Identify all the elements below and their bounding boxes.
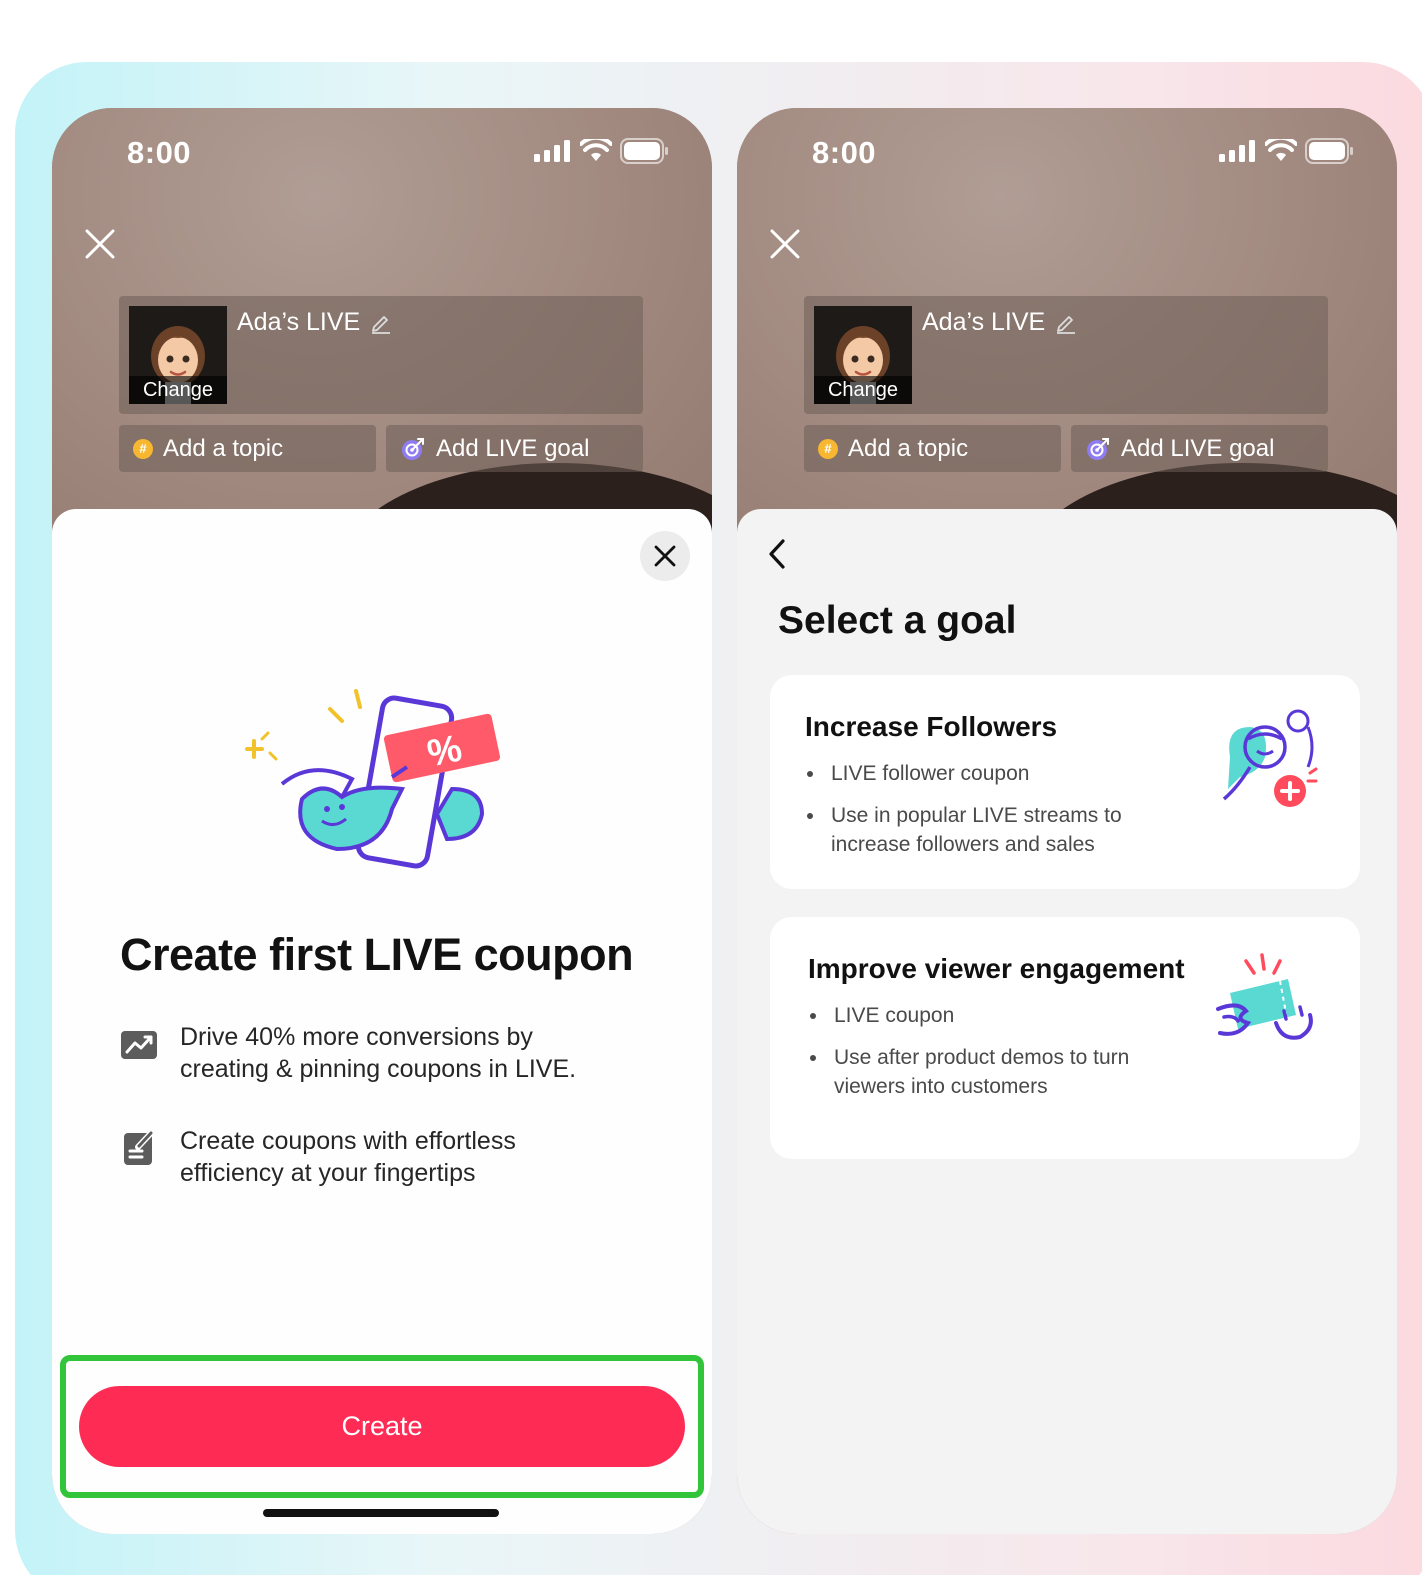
edit-document-icon xyxy=(124,1129,155,1165)
status-icons xyxy=(534,138,670,164)
topic-hashtag-icon: # xyxy=(818,438,838,459)
feature-efficiency: Create coupons with effortless efficienc… xyxy=(120,1125,620,1189)
live-info-card: Change Ada’s LIVE xyxy=(804,296,1328,414)
feature-conversions: Drive 40% more conversions by creating &… xyxy=(120,1021,620,1085)
status-icons xyxy=(1219,138,1355,164)
target-goal-icon xyxy=(1087,437,1109,460)
wifi-icon xyxy=(580,139,612,161)
cover-photo[interactable]: Change xyxy=(129,306,227,404)
close-icon[interactable] xyxy=(84,228,116,260)
create-coupon-sheet: % Create first LIVE coupon Drive 40% mor… xyxy=(52,509,712,1534)
goal-bullet: Use in popular LIVE streams to increase … xyxy=(805,801,1185,859)
change-cover-label: Change xyxy=(814,376,912,404)
add-live-goal-button[interactable]: Add LIVE goal xyxy=(1071,425,1328,472)
coupon-title: Create first LIVE coupon xyxy=(120,929,634,980)
battery-icon xyxy=(1305,138,1353,164)
change-cover-label: Change xyxy=(129,376,227,404)
live-info-card: Change Ada’s LIVE xyxy=(119,296,643,414)
goal-bullets: LIVE coupon Use after product demos to t… xyxy=(808,1001,1188,1114)
status-time: 8:00 xyxy=(812,135,877,170)
cover-photo[interactable]: Change xyxy=(814,306,912,404)
live-title-text: Ada’s LIVE xyxy=(922,308,1046,336)
goal-name: Increase Followers xyxy=(805,711,1058,742)
engagement-coupon-illustration-icon xyxy=(1216,953,1313,1040)
coupon-phone-illustration: % xyxy=(245,689,501,869)
add-topic-label: Add a topic xyxy=(848,434,969,462)
goal-heading: Select a goal xyxy=(778,599,1017,642)
home-indicator[interactable] xyxy=(263,1509,499,1517)
wifi-icon xyxy=(1265,139,1297,161)
live-title-text: Ada’s LIVE xyxy=(237,308,361,336)
add-topic-label: Add a topic xyxy=(163,434,284,462)
select-goal-sheet: Select a goal Increase Followers LIVE fo… xyxy=(737,509,1397,1534)
phone-screen-create-coupon: 8:00 Change Ada’s LIVE # Add a topic Add… xyxy=(52,108,712,1534)
add-live-goal-label: Add LIVE goal xyxy=(436,434,590,462)
edit-pencil-icon[interactable] xyxy=(370,312,392,334)
goal-bullet: Use after product demos to turn viewers … xyxy=(808,1043,1188,1101)
status-time: 8:00 xyxy=(127,135,192,170)
feature-text: Drive 40% more conversions by creating &… xyxy=(180,1023,577,1083)
topic-hashtag-icon: # xyxy=(133,438,153,459)
signal-icon xyxy=(1219,140,1255,162)
goal-option-improve-engagement[interactable]: Improve viewer engagement LIVE coupon Us… xyxy=(770,917,1360,1159)
sheet-close-button[interactable] xyxy=(640,531,690,581)
goal-bullet: LIVE coupon xyxy=(808,1001,1188,1030)
goal-bullets: LIVE follower coupon Use in popular LIVE… xyxy=(805,759,1185,872)
close-icon[interactable] xyxy=(769,228,801,260)
trending-chart-icon xyxy=(121,1031,157,1059)
live-title[interactable]: Ada’s LIVE xyxy=(237,308,392,337)
followers-illustration-icon xyxy=(1222,709,1318,807)
goal-name: Improve viewer engagement xyxy=(808,953,1185,984)
goal-option-increase-followers[interactable]: Increase Followers LIVE follower coupon … xyxy=(770,675,1360,889)
close-icon xyxy=(654,545,676,567)
add-topic-button[interactable]: # Add a topic xyxy=(804,425,1061,472)
target-goal-icon xyxy=(402,437,424,460)
phone-screen-select-goal: 8:00 Change Ada’s LIVE # Add a topic Add… xyxy=(737,108,1397,1534)
live-title[interactable]: Ada’s LIVE xyxy=(922,308,1077,337)
add-topic-button[interactable]: # Add a topic xyxy=(119,425,376,472)
create-button[interactable]: Create xyxy=(79,1386,685,1467)
goal-bullet: LIVE follower coupon xyxy=(805,759,1185,788)
edit-pencil-icon[interactable] xyxy=(1055,312,1077,334)
signal-icon xyxy=(534,140,570,162)
battery-icon xyxy=(620,138,668,164)
add-live-goal-label: Add LIVE goal xyxy=(1121,434,1275,462)
back-chevron-icon[interactable] xyxy=(765,537,791,571)
feature-text: Create coupons with effortless efficienc… xyxy=(180,1127,516,1187)
add-live-goal-button[interactable]: Add LIVE goal xyxy=(386,425,643,472)
